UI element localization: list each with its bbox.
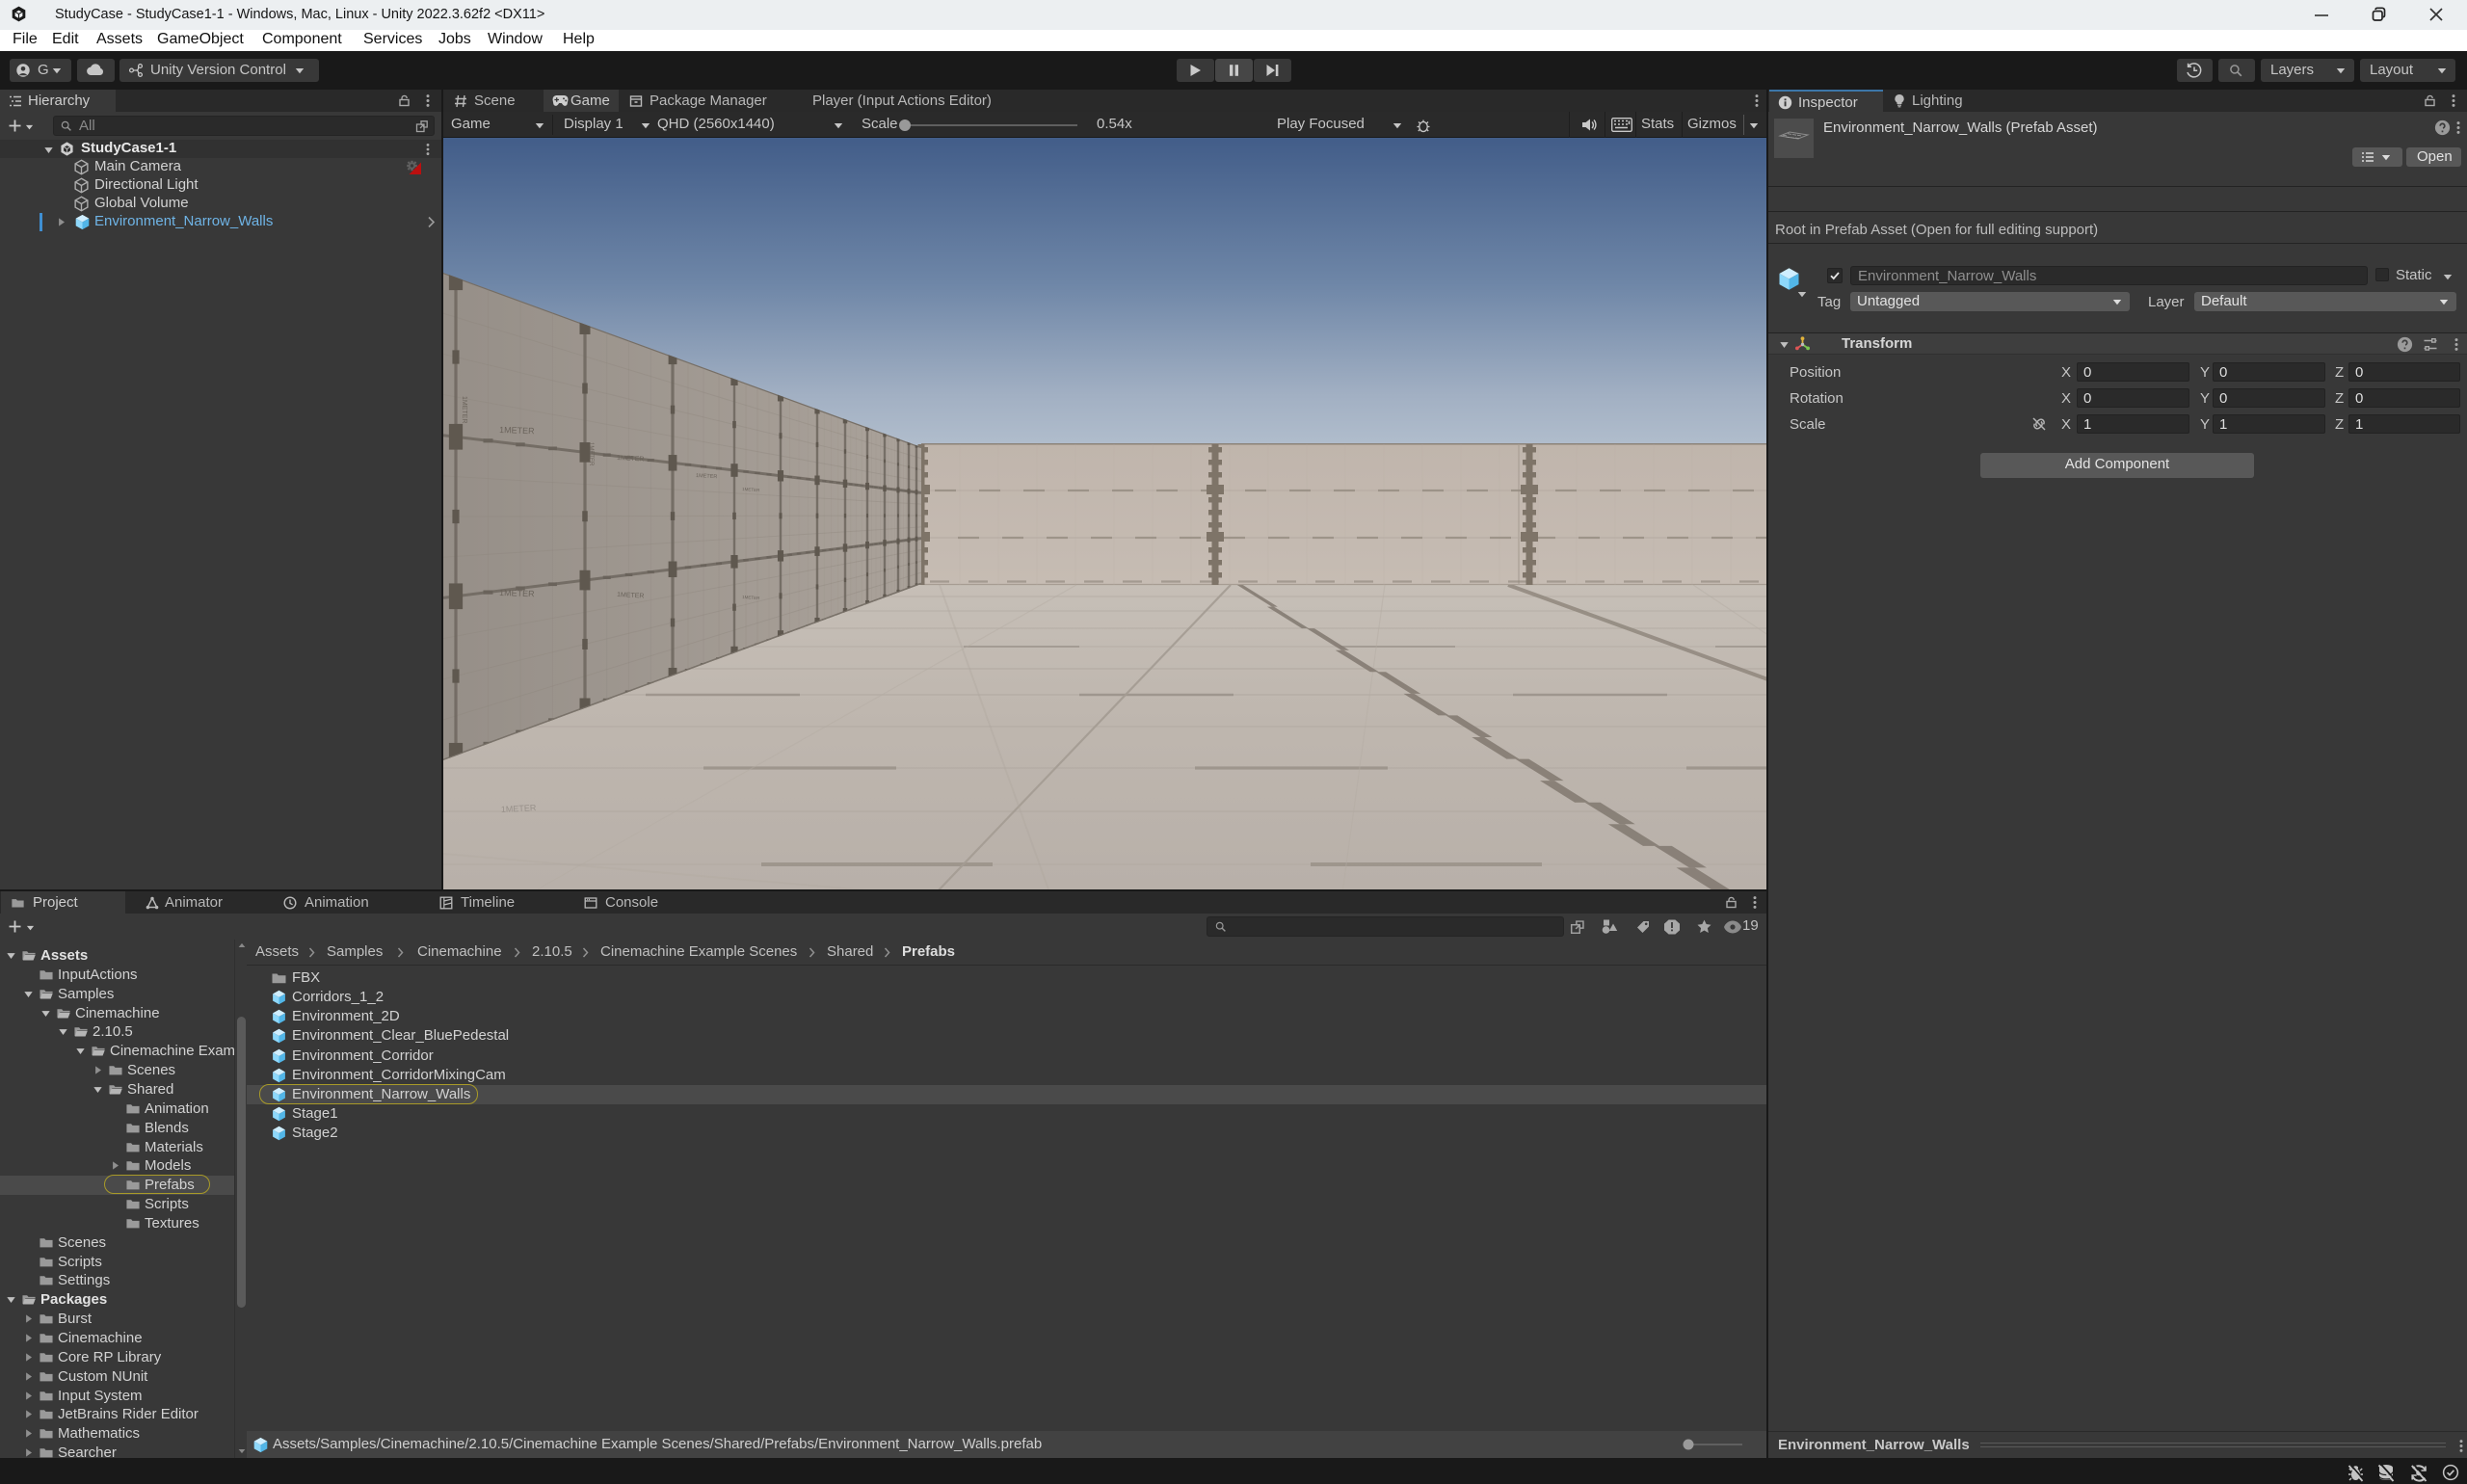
svg-text:1METER: 1METER	[501, 803, 537, 814]
svg-text:1METER: 1METER	[617, 455, 645, 463]
svg-text:1METER: 1METER	[588, 442, 594, 466]
svg-text:1METER: 1METER	[696, 473, 718, 480]
svg-text:1METER: 1METER	[461, 396, 467, 423]
svg-text:1METER: 1METER	[499, 425, 535, 436]
svg-text:1METER: 1METER	[617, 592, 645, 599]
svg-text:1METER: 1METER	[499, 588, 535, 598]
